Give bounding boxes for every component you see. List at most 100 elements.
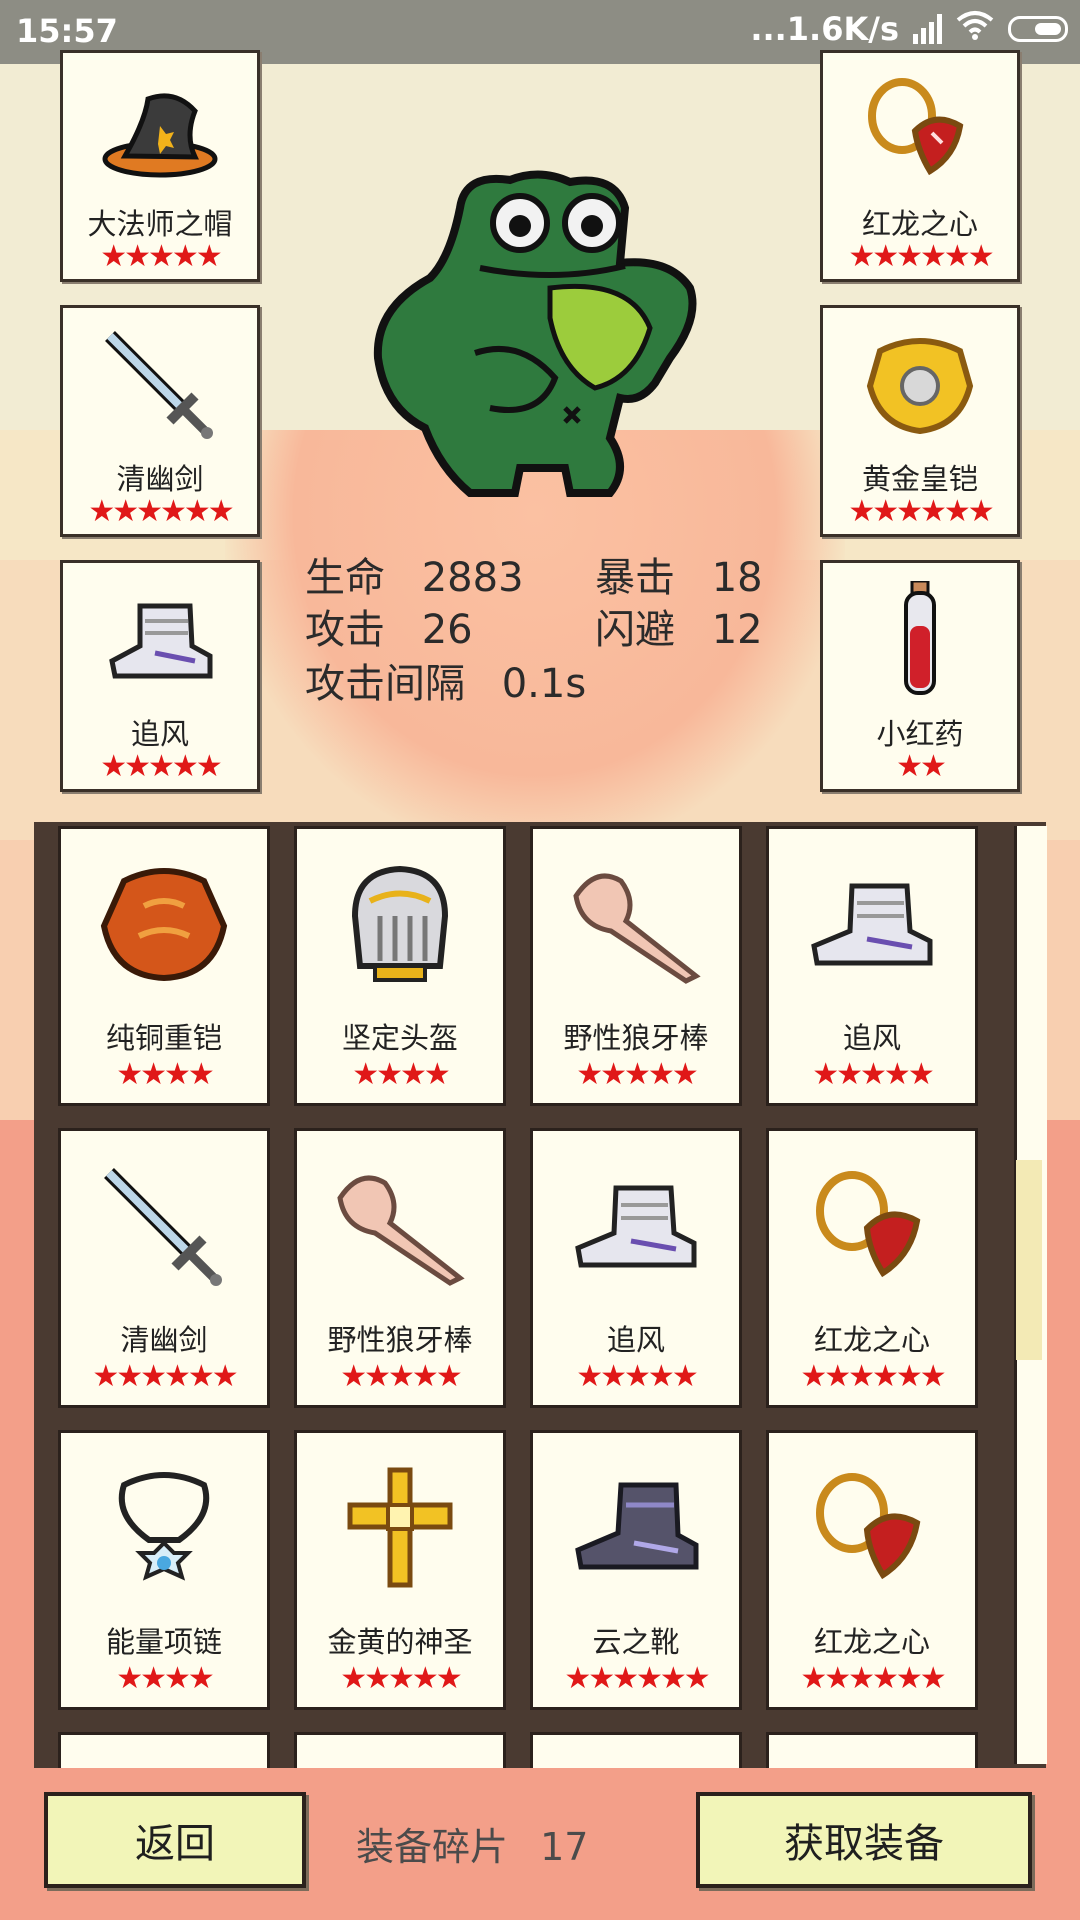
stat-hp-value: 2883	[421, 555, 524, 601]
item-name: 金黄的神圣	[327, 1625, 473, 1659]
inventory-item[interactable]: 云之靴 ★★★★★★	[530, 1430, 742, 1710]
inventory-item[interactable]: 红龙之心 ★★★★★★	[766, 1430, 978, 1710]
back-button[interactable]: 返回	[44, 1792, 306, 1888]
clock: 15:57	[16, 12, 118, 50]
inventory-item[interactable]: 金黄的神圣 ★★★★★	[294, 1430, 506, 1710]
stat-crit-value: 18	[711, 555, 763, 601]
energy-necklace-icon	[61, 1447, 267, 1612]
sword-icon	[63, 316, 257, 456]
item-stars: ★★★★	[116, 1057, 215, 1092]
boots-icon	[533, 1145, 739, 1310]
inventory-item[interactable]: 野性狼牙棒 ★★★★★	[530, 826, 742, 1106]
stat-hp: 生命 2883	[305, 545, 524, 603]
item-name: 大法师之帽	[87, 207, 233, 241]
item-name: 小红药	[876, 717, 964, 751]
equipped-slot-right-1[interactable]: 红龙之心 ★★★★★★	[820, 50, 1020, 282]
item-name: 追风	[606, 1323, 665, 1357]
club-icon	[533, 843, 739, 1008]
inventory-scroll-thumb[interactable]	[1016, 1160, 1042, 1360]
item-stars: ★★★★★	[576, 1057, 698, 1092]
ruby-amulet-icon	[769, 1145, 975, 1310]
item-name: 纯铜重铠	[105, 1021, 222, 1055]
stat-interval-label: 攻击间隔	[305, 661, 465, 707]
item-name: 能量项链	[105, 1625, 222, 1659]
item-name: 追风	[130, 717, 189, 751]
item-stars: ★★★★★	[100, 239, 222, 274]
network-speed: ...1.6K/s	[750, 10, 899, 48]
item-stars: ★★★★★★	[92, 1359, 238, 1394]
equipped-slot-right-3[interactable]: 小红药 ★★	[820, 560, 1020, 792]
dark-boots-icon	[533, 1447, 739, 1612]
ruby-amulet-icon	[769, 1447, 975, 1612]
equipped-slot-right-2[interactable]: 黄金皇铠 ★★★★★★	[820, 305, 1020, 537]
inventory-item[interactable]: 追风 ★★★★★	[530, 1128, 742, 1408]
copper-armor-icon	[61, 843, 267, 1008]
item-name: 追风	[842, 1021, 901, 1055]
inventory-item-partial[interactable]	[294, 1732, 506, 1768]
inventory-item-partial[interactable]	[766, 1732, 978, 1768]
boots-icon	[769, 843, 975, 1008]
item-stars: ★★★★★★	[848, 239, 994, 274]
red-potion-icon	[823, 571, 1017, 711]
wifi-icon	[956, 10, 994, 48]
item-stars: ★★★★★★	[800, 1359, 946, 1394]
equipped-slot-left-1[interactable]: 大法师之帽 ★★★★★	[60, 50, 260, 282]
ruby-amulet-icon	[823, 61, 1017, 201]
frog-hero-icon[interactable]	[370, 168, 710, 498]
item-stars: ★★★★	[352, 1057, 451, 1092]
stat-hp-label: 生命	[305, 555, 385, 601]
get-equipment-button[interactable]: 获取装备	[696, 1792, 1032, 1888]
stat-dodge-value: 12	[711, 607, 763, 653]
item-name: 野性狼牙棒	[327, 1323, 473, 1357]
item-stars: ★★★★★	[340, 1359, 462, 1394]
item-stars: ★★★★★★	[88, 494, 234, 529]
item-stars: ★★★★★	[812, 1057, 934, 1092]
inventory-item-partial[interactable]	[58, 1732, 270, 1768]
signal-icon	[913, 14, 942, 44]
shards-count: 17	[540, 1825, 589, 1869]
golden-cross-icon	[297, 1447, 503, 1612]
inventory-item[interactable]: 坚定头盔 ★★★★	[294, 826, 506, 1106]
inventory-item[interactable]: 清幽剑 ★★★★★★	[58, 1128, 270, 1408]
inventory-item[interactable]: 能量项链 ★★★★	[58, 1430, 270, 1710]
sword-icon	[61, 1145, 267, 1310]
item-name: 清幽剑	[116, 462, 204, 496]
item-name: 坚定头盔	[341, 1021, 458, 1055]
status-icons: ...1.6K/s	[750, 10, 1068, 48]
item-name: 野性狼牙棒	[563, 1021, 709, 1055]
gold-armor-icon	[823, 316, 1017, 456]
wizard-hat-icon	[63, 61, 257, 201]
item-name: 红龙之心	[813, 1625, 930, 1659]
equipped-slot-left-3[interactable]: 追风 ★★★★★	[60, 560, 260, 792]
item-stars: ★★★★★	[576, 1359, 698, 1394]
shards-label: 装备碎片	[356, 1825, 509, 1869]
item-stars: ★★★★★	[340, 1661, 462, 1696]
item-stars: ★★★★	[116, 1661, 215, 1696]
inventory-item[interactable]: 野性狼牙棒 ★★★★★	[294, 1128, 506, 1408]
equipment-shards: 装备碎片 17	[356, 1816, 588, 1871]
item-stars: ★★	[896, 749, 947, 784]
item-stars: ★★★★★★	[848, 494, 994, 529]
equipped-slot-left-2[interactable]: 清幽剑 ★★★★★★	[60, 305, 260, 537]
item-name: 红龙之心	[813, 1323, 930, 1357]
inventory-item[interactable]: 纯铜重铠 ★★★★	[58, 826, 270, 1106]
boots-icon	[63, 571, 257, 711]
item-stars: ★★★★★★	[800, 1661, 946, 1696]
item-name: 黄金皇铠	[861, 462, 978, 496]
stat-dodge: 闪避 12	[595, 597, 763, 655]
stat-attack-value: 26	[421, 607, 473, 653]
stat-attack: 攻击 26	[305, 597, 473, 655]
inventory-grid[interactable]: 纯铜重铠 ★★★★ 坚定头盔 ★★★★ 野性狼牙棒 ★★★★★ 追风 ★★★★★…	[34, 822, 1046, 1768]
item-stars: ★★★★★★	[564, 1661, 710, 1696]
item-name: 云之靴	[592, 1625, 680, 1659]
stat-interval: 攻击间隔 0.1s	[305, 651, 586, 709]
stat-crit-label: 暴击	[595, 555, 675, 601]
helmet-icon	[297, 843, 503, 1008]
inventory-item-partial[interactable]	[530, 1732, 742, 1768]
stat-interval-value: 0.1s	[501, 661, 587, 707]
inventory-item[interactable]: 红龙之心 ★★★★★★	[766, 1128, 978, 1408]
item-name: 清幽剑	[120, 1323, 208, 1357]
battery-icon	[1008, 16, 1068, 42]
inventory-item[interactable]: 追风 ★★★★★	[766, 826, 978, 1106]
stat-attack-label: 攻击	[305, 607, 385, 653]
